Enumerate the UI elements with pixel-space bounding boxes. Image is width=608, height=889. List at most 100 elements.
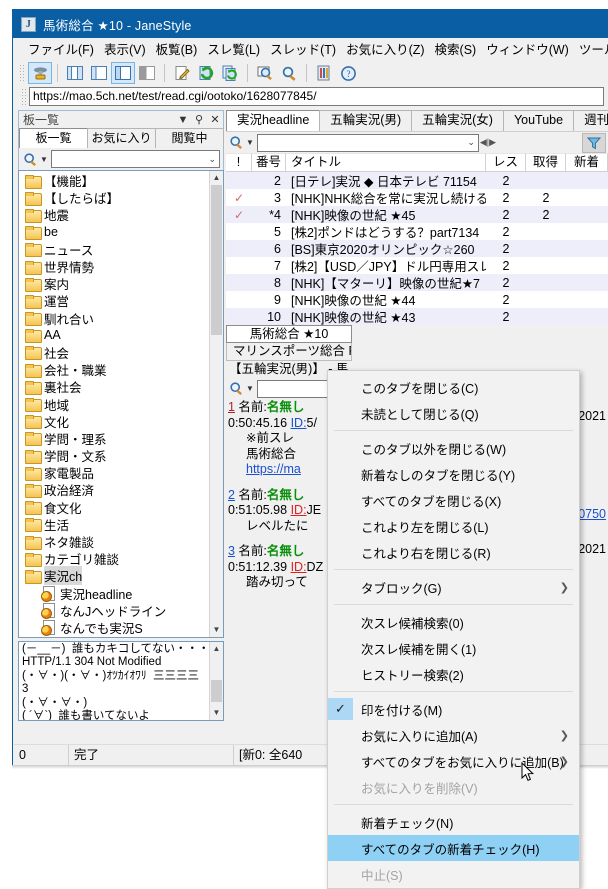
category-item[interactable]: 地震: [19, 206, 209, 223]
chevron-down-icon[interactable]: ⌄: [467, 137, 475, 148]
context-menu-item[interactable]: このタブ以外を閉じる(W): [328, 435, 579, 461]
category-item[interactable]: 案内: [19, 275, 209, 292]
post-number[interactable]: 3: [228, 544, 235, 558]
thread-filter-input[interactable]: ⌄: [256, 133, 479, 152]
category-item[interactable]: 文化: [19, 413, 209, 430]
tools-icon[interactable]: [312, 62, 336, 84]
chevron-down-icon[interactable]: ▼: [40, 155, 48, 164]
thread-list-rows[interactable]: 2 [日テレ]実況 ◆ 日本テレビ 71154 2 ✓ 3 [NHK]NHK総合を常に実況…: [226, 172, 608, 325]
menu-file[interactable]: ファイル(F): [23, 37, 99, 60]
post-id[interactable]: ID:: [291, 503, 307, 517]
layout-left-split-icon[interactable]: [111, 62, 135, 84]
scroll-thumb[interactable]: [211, 680, 222, 702]
chevron-down-icon[interactable]: ▼: [246, 384, 254, 393]
category-item[interactable]: 実況ch: [19, 566, 209, 586]
menu-favorites[interactable]: お気に入り(Z): [341, 37, 429, 60]
post-number[interactable]: 2: [228, 488, 235, 502]
chevron-down-icon[interactable]: ▼: [175, 114, 191, 126]
column-header-3[interactable]: レス: [486, 153, 526, 172]
column-header-1[interactable]: 番号: [252, 153, 286, 172]
sidebar-search-input[interactable]: ⌄: [50, 150, 220, 168]
table-row[interactable]: 9 [NHK]映像の世紀 ★44 2: [226, 291, 608, 308]
menu-view[interactable]: 表示(V): [99, 37, 151, 60]
category-item[interactable]: 政治経済: [19, 481, 209, 498]
filter-funnel-icon[interactable]: [582, 132, 606, 153]
scroll-up-icon[interactable]: ▲: [210, 171, 223, 185]
context-menu-item[interactable]: これより左を閉じる(L): [328, 513, 579, 539]
column-header-2[interactable]: タイトル: [286, 153, 486, 172]
tab-context-menu[interactable]: このタブを閉じる(C) 未読として閉じる(Q) このタブ以外を閉じる(W) 新着なしの…: [327, 370, 580, 889]
context-menu-item[interactable]: ✓ 印を付ける(M): [328, 696, 579, 722]
search-icon[interactable]: [228, 381, 245, 397]
menu-thread[interactable]: スレッド(T): [265, 37, 341, 60]
reload-icon[interactable]: [194, 62, 218, 84]
scroll-thumb[interactable]: [211, 185, 222, 335]
table-row[interactable]: 10 [NHK]映像の世紀 ★43 2: [226, 308, 608, 325]
thread-tab-1[interactable]: 五輪実況(男): [319, 110, 413, 131]
search-thread-icon[interactable]: [253, 62, 277, 84]
table-row[interactable]: 7[株2]【USD／JPY】ドル円専用スレ Part…2: [226, 257, 608, 274]
log-scrollbar[interactable]: ▲ ▼: [209, 642, 223, 720]
edit-write-icon[interactable]: [170, 62, 194, 84]
category-item[interactable]: 裏社会: [19, 378, 209, 395]
scroll-up-icon[interactable]: ▲: [210, 642, 223, 656]
context-menu-item[interactable]: 次スレ候補を開く(1): [328, 635, 579, 661]
table-row[interactable]: 6 [BS]東京2020オリンピック☆260 2: [226, 240, 608, 257]
thread-tab-2[interactable]: 五輪実況(女): [411, 110, 504, 131]
search-icon[interactable]: [277, 62, 301, 84]
thread-tab-3[interactable]: YouTube: [502, 110, 575, 131]
scroll-left-right-icon[interactable]: ◀|▶: [478, 133, 497, 152]
context-menu-item[interactable]: すべてのタブを閉じる(X): [328, 487, 579, 513]
layout-two-column-icon[interactable]: [87, 62, 111, 84]
post-id[interactable]: ID:: [291, 560, 307, 574]
category-item[interactable]: 世界情勢: [19, 258, 209, 275]
category-item[interactable]: 馴れ合い: [19, 310, 209, 327]
board-item[interactable]: なんJヘッドライン: [19, 602, 209, 620]
table-row[interactable]: ✓ *4 [NHK]映像の世紀 ★45 2 2: [226, 206, 608, 223]
menu-search[interactable]: 検索(S): [430, 37, 482, 60]
context-menu-item[interactable]: 新着チェック(N): [328, 809, 579, 835]
chevron-down-icon[interactable]: ⌄: [208, 154, 216, 165]
table-row[interactable]: 5 [株2]ポンドはどうする？part7134 2: [226, 223, 608, 240]
column-header-4[interactable]: 取得: [526, 153, 566, 172]
column-header-0[interactable]: !: [226, 153, 252, 172]
menu-threadlist[interactable]: スレ覧(L): [202, 37, 265, 60]
table-row[interactable]: 8 [NHK]【マターリ】映像の世紀★7 2: [226, 274, 608, 291]
thread-tab-4[interactable]: 週刊少: [573, 110, 608, 131]
table-row[interactable]: 2 [日テレ]実況 ◆ 日本テレビ 71154 2: [226, 172, 608, 189]
category-item[interactable]: カテゴリ雑談: [19, 550, 209, 567]
category-item[interactable]: 地域: [19, 395, 209, 413]
sidebar-tab-favorites[interactable]: お気に入り: [87, 128, 156, 148]
category-item[interactable]: 運営: [19, 292, 209, 309]
reload-all-icon[interactable]: [218, 62, 242, 84]
thread-view-tab-active[interactable]: 馬術総合 ★10: [226, 325, 352, 343]
board-item[interactable]: なんでも実況V: [19, 636, 209, 637]
close-icon[interactable]: ✕: [207, 113, 223, 126]
chevron-down-icon[interactable]: ▼: [246, 138, 254, 147]
menu-tools[interactable]: ツール(O): [574, 37, 608, 60]
sidebar-tab-viewing[interactable]: 閲覧中: [155, 128, 224, 148]
category-item[interactable]: 食文化: [19, 499, 209, 516]
board-item[interactable]: なんでも実況S: [19, 619, 209, 637]
category-item[interactable]: ニュース: [19, 241, 209, 258]
help-icon[interactable]: ?: [336, 62, 360, 84]
context-menu-item[interactable]: 新着なしのタブを閉じる(Y): [328, 461, 579, 487]
post-link[interactable]: https://ma: [246, 462, 301, 476]
board-tree[interactable]: 【機能】 【したらば】 地震 be ニュース 世界情勢 案内 運営 馴れ合い AA 社会 会社・職業裏…: [18, 170, 224, 638]
sidebar-tab-boardlist[interactable]: 板一覧: [19, 128, 88, 148]
scroll-down-icon[interactable]: ▼: [210, 623, 223, 637]
connect-icon[interactable]: [28, 62, 52, 84]
search-icon[interactable]: [22, 151, 39, 167]
column-header-5[interactable]: 新着: [566, 153, 608, 172]
pin-icon[interactable]: ⚲: [191, 113, 207, 126]
layout-single-icon[interactable]: [135, 62, 159, 84]
address-input[interactable]: https://mao.5ch.net/test/read.cgi/ootoko…: [29, 87, 604, 106]
category-item[interactable]: 【機能】: [19, 172, 209, 189]
context-menu-item[interactable]: すべてのタブの新着チェック(H): [328, 835, 579, 861]
context-menu-item[interactable]: すべてのタブをお気に入りに追加(B) ❯: [328, 748, 579, 774]
category-item[interactable]: 生活: [19, 516, 209, 533]
menu-window[interactable]: ウィンドウ(W): [481, 37, 574, 60]
board-tree-scrollbar[interactable]: ▲ ▼: [209, 171, 223, 637]
category-item[interactable]: 会社・職業: [19, 361, 209, 378]
context-menu-item[interactable]: ヒストリー検索(2): [328, 661, 579, 687]
